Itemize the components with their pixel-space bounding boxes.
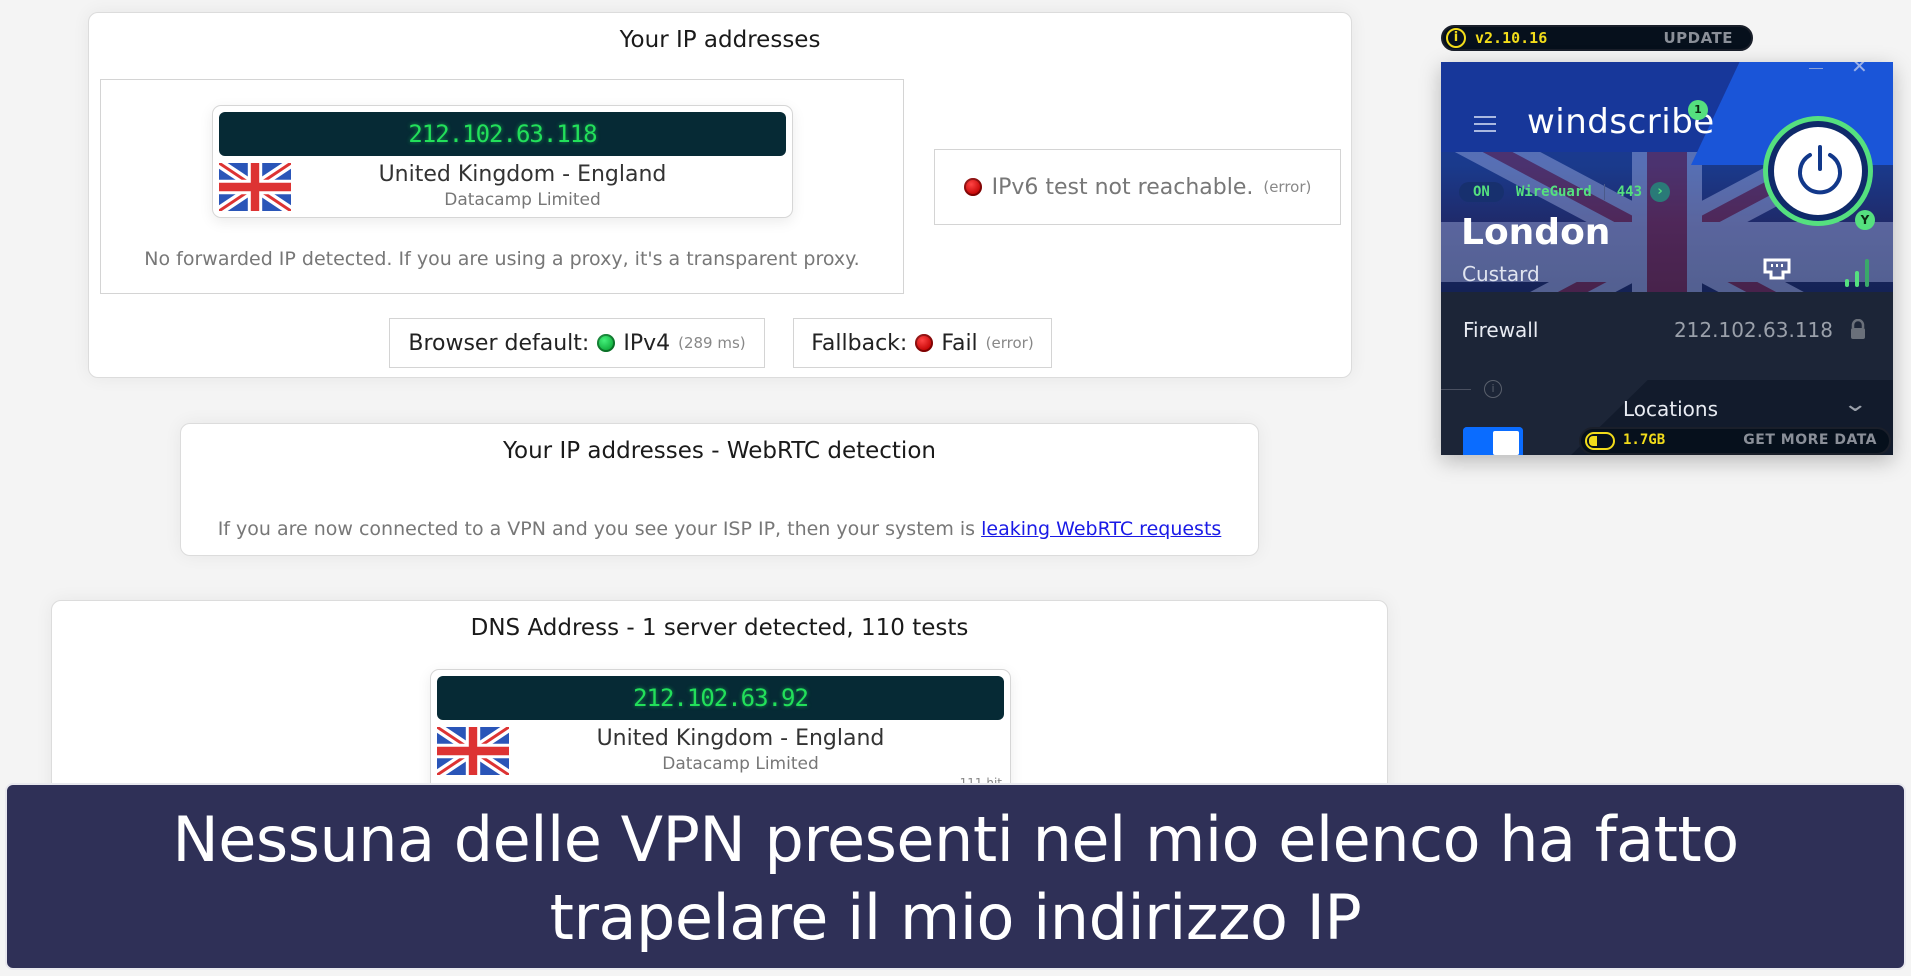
chevron-down-icon[interactable]: ⌄ xyxy=(1842,392,1868,417)
power-button[interactable] xyxy=(1763,116,1873,226)
webrtc-note-text: If you are now connected to a VPN and yo… xyxy=(217,518,982,540)
locations-label[interactable]: Locations xyxy=(1623,397,1718,421)
update-button[interactable]: UPDATE xyxy=(1663,29,1733,47)
dns-server-ip: 212.102.63.92 xyxy=(437,676,1004,720)
browser-default-box: Browser default: IPv4 (289 ms) xyxy=(389,318,765,368)
dns-result-card: 212.102.63.92 United Kingdom - England D… xyxy=(430,669,1011,799)
divider xyxy=(1603,184,1605,200)
close-button[interactable]: ✕ xyxy=(1851,62,1868,78)
protocol-label: WireGuard xyxy=(1515,184,1592,200)
ipv4-result-card: 212.102.63.118 United Kingdom - England … xyxy=(212,105,793,218)
lock-icon xyxy=(1851,319,1865,339)
fallback-status-dot xyxy=(915,334,934,352)
ipv4-address: 212.102.63.118 xyxy=(219,112,786,156)
ipv6-status-dot xyxy=(963,178,982,196)
ipv4-isp: Datacamp Limited xyxy=(444,190,601,210)
divider xyxy=(1441,389,1471,390)
browser-default-latency: (289 ms) xyxy=(678,334,746,352)
dns-title: DNS Address - 1 server detected, 110 tes… xyxy=(470,615,969,641)
power-icon xyxy=(1798,145,1842,195)
ethernet-icon xyxy=(1763,258,1791,280)
webrtc-leak-link[interactable]: leaking WebRTC requests xyxy=(981,518,1221,540)
split-tunnel-icon[interactable]: Y xyxy=(1855,210,1875,230)
ipv6-status-detail: (error) xyxy=(1263,178,1312,196)
connection-status: ON xyxy=(1459,182,1504,202)
version-bar: i v2.10.16 UPDATE xyxy=(1441,25,1753,51)
port-label: 443 xyxy=(1616,184,1643,200)
info-icon: i xyxy=(1446,28,1466,48)
data-remaining: 1.7GB xyxy=(1623,432,1666,448)
browser-default-status-dot xyxy=(597,334,616,352)
dns-country: United Kingdom - England xyxy=(596,726,885,751)
signal-strength-icon xyxy=(1845,259,1869,287)
browser-default-label: Browser default: xyxy=(408,330,590,356)
city-name: London xyxy=(1461,212,1611,253)
info-icon[interactable]: i xyxy=(1484,380,1502,398)
caption-line-1: Nessuna delle VPN presenti nel mio elenc… xyxy=(172,803,1739,876)
fallback-box: Fallback: Fail (error) xyxy=(793,318,1052,368)
fallback-detail: (error) xyxy=(985,334,1034,352)
webrtc-card: Your IP addresses - WebRTC detection If … xyxy=(180,423,1259,556)
firewall-toggle[interactable] xyxy=(1463,427,1523,455)
ip-addresses-title: Your IP addresses xyxy=(619,27,821,53)
data-usage-bar: 1.7GB GET MORE DATA xyxy=(1579,427,1891,455)
firewall-ip: 212.102.63.118 xyxy=(1673,318,1833,342)
server-name: Custard xyxy=(1462,262,1540,286)
connection-status-row[interactable]: ON WireGuard 443 › xyxy=(1459,179,1671,205)
ipv4-box: 212.102.63.118 United Kingdom - England … xyxy=(100,79,904,294)
ipv6-box: IPv6 test not reachable. (error) xyxy=(934,149,1341,225)
fallback-value: Fail xyxy=(941,330,978,356)
ipv6-status-text: IPv6 test not reachable. xyxy=(991,174,1254,200)
ipv4-country: United Kingdom - England xyxy=(378,162,667,187)
webrtc-title: Your IP addresses - WebRTC detection xyxy=(503,438,936,464)
windscribe-logo: windscribe xyxy=(1527,102,1715,142)
ip-addresses-card: Your IP addresses 212.102.63.118 United … xyxy=(88,12,1352,378)
data-icon xyxy=(1585,432,1615,450)
minimize-button[interactable] xyxy=(1809,68,1823,69)
caption-line-2: trapelare il mio indirizzo IP xyxy=(549,881,1362,954)
forwarded-ip-note: No forwarded IP detected. If you are usi… xyxy=(144,248,860,270)
notification-badge[interactable]: 1 xyxy=(1688,100,1708,120)
menu-icon[interactable] xyxy=(1474,116,1496,132)
fallback-label: Fallback: xyxy=(811,330,908,356)
app-version: v2.10.16 xyxy=(1475,29,1548,47)
dns-isp: Datacamp Limited xyxy=(662,754,819,774)
webrtc-note: If you are now connected to a VPN and yo… xyxy=(181,518,1258,540)
chevron-right-icon[interactable]: › xyxy=(1650,182,1671,202)
caption-banner: Nessuna delle VPN presenti nel mio elenc… xyxy=(5,783,1906,970)
windscribe-app: i v2.10.16 UPDATE ✕ windscribe 1 ON Wire… xyxy=(1441,25,1893,455)
firewall-label: Firewall xyxy=(1463,318,1539,342)
windscribe-main-panel: ✕ windscribe 1 ON WireGuard 443 › London… xyxy=(1441,62,1893,455)
browser-default-value: IPv4 xyxy=(623,330,671,356)
get-more-data-button[interactable]: GET MORE DATA xyxy=(1743,432,1877,448)
